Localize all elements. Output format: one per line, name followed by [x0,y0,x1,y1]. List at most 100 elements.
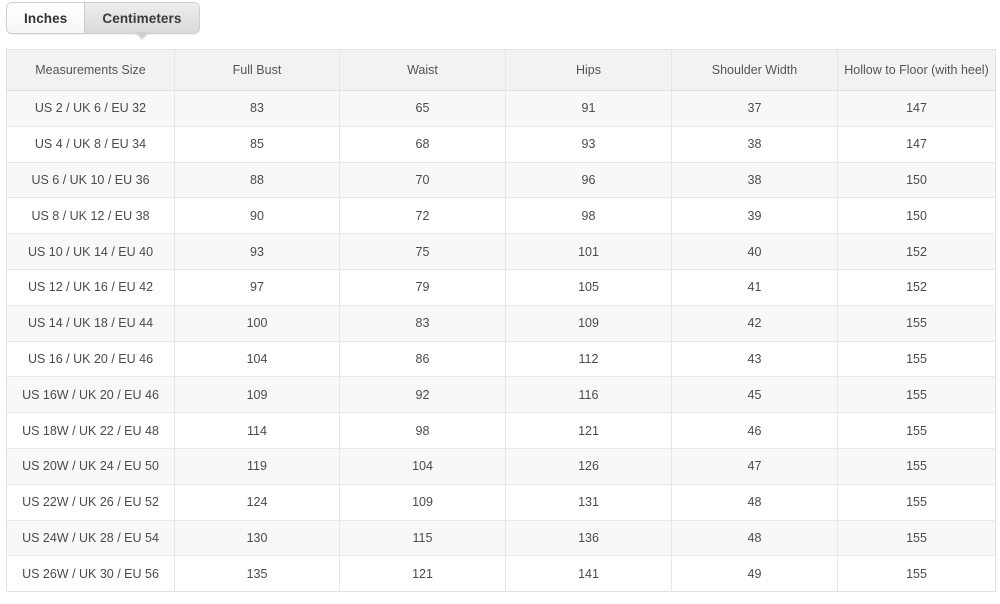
cell-hips: 105 [505,269,672,306]
tab-inches-label: Inches [24,10,68,26]
cell-bust: 85 [174,126,340,163]
table-row: US 24W / UK 28 / EU 54 130 115 136 48 15… [6,520,996,557]
table-row: US 14 / UK 18 / EU 44 100 83 109 42 155 [6,305,996,342]
cell-hollow: 155 [837,376,996,414]
table-row: US 10 / UK 14 / EU 40 93 75 101 40 152 [6,233,996,270]
cell-shoulder: 40 [671,233,838,270]
table-row: US 22W / UK 26 / EU 52 124 109 131 48 15… [6,484,996,521]
cell-size: US 16 / UK 20 / EU 46 [6,341,175,378]
column-header-hollow-to-floor: Hollow to Floor (with heel) [837,49,996,91]
active-tab-caret-icon [134,32,149,40]
cell-hips: 126 [505,448,672,485]
cell-hollow: 152 [837,269,996,306]
cell-hollow: 150 [837,162,996,199]
table-row: US 26W / UK 30 / EU 56 135 121 141 49 15… [6,555,996,592]
cell-waist: 79 [339,269,506,306]
cell-size: US 8 / UK 12 / EU 38 [6,197,175,235]
cell-hips: 93 [505,126,672,163]
cell-hips: 141 [505,555,672,592]
cell-size: US 22W / UK 26 / EU 52 [6,484,175,521]
table-row: US 6 / UK 10 / EU 36 88 70 96 38 150 [6,162,996,199]
table-row: US 2 / UK 6 / EU 32 83 65 91 37 147 [6,90,996,127]
column-header-hips: Hips [505,49,672,91]
cell-waist: 72 [339,197,506,235]
cell-bust: 135 [174,555,340,592]
cell-size: US 2 / UK 6 / EU 32 [6,90,175,127]
cell-hollow: 155 [837,520,996,557]
cell-hollow: 155 [837,412,996,449]
cell-hollow: 147 [837,126,996,163]
cell-hips: 131 [505,484,672,521]
cell-size: US 20W / UK 24 / EU 50 [6,448,175,485]
cell-size: US 6 / UK 10 / EU 36 [6,162,175,199]
cell-size: US 4 / UK 8 / EU 34 [6,126,175,163]
size-chart-table: Measurements Size Full Bust Waist Hips S… [6,49,996,593]
table-row: US 4 / UK 8 / EU 34 85 68 93 38 147 [6,126,996,163]
cell-shoulder: 42 [671,305,838,342]
cell-hips: 96 [505,162,672,199]
unit-tab-bar: Inches Centimeters [6,2,200,40]
table-body: US 2 / UK 6 / EU 32 83 65 91 37 147 US 4… [6,90,996,592]
cell-bust: 130 [174,520,340,557]
cell-hips: 98 [505,197,672,235]
table-row: US 16 / UK 20 / EU 46 104 86 112 43 155 [6,341,996,378]
cell-shoulder: 37 [671,90,838,127]
column-header-shoulder-width: Shoulder Width [671,49,838,91]
cell-size: US 16W / UK 20 / EU 46 [6,376,175,414]
cell-shoulder: 48 [671,484,838,521]
cell-waist: 104 [339,448,506,485]
table-row: US 12 / UK 16 / EU 42 97 79 105 41 152 [6,269,996,306]
cell-hollow: 155 [837,341,996,378]
cell-shoulder: 41 [671,269,838,306]
table-header-row: Measurements Size Full Bust Waist Hips S… [6,49,996,91]
cell-waist: 86 [339,341,506,378]
cell-waist: 121 [339,555,506,592]
cell-hips: 121 [505,412,672,449]
cell-shoulder: 48 [671,520,838,557]
cell-bust: 109 [174,376,340,414]
cell-bust: 83 [174,90,340,127]
table-row: US 20W / UK 24 / EU 50 119 104 126 47 15… [6,448,996,485]
cell-hips: 109 [505,305,672,342]
cell-shoulder: 47 [671,448,838,485]
cell-hips: 112 [505,341,672,378]
cell-shoulder: 49 [671,555,838,592]
cell-shoulder: 46 [671,412,838,449]
table-header: Measurements Size Full Bust Waist Hips S… [6,49,996,91]
cell-waist: 65 [339,90,506,127]
cell-shoulder: 38 [671,162,838,199]
cell-size: US 14 / UK 18 / EU 44 [6,305,175,342]
cell-size: US 18W / UK 22 / EU 48 [6,412,175,449]
cell-hollow: 155 [837,305,996,342]
column-header-full-bust: Full Bust [174,49,340,91]
cell-hollow: 155 [837,555,996,592]
cell-hips: 116 [505,376,672,414]
cell-waist: 75 [339,233,506,270]
cell-size: US 26W / UK 30 / EU 56 [6,555,175,592]
tab-centimeters[interactable]: Centimeters [84,3,199,40]
cell-waist: 83 [339,305,506,342]
cell-hips: 91 [505,90,672,127]
table-row: US 18W / UK 22 / EU 48 114 98 121 46 155 [6,412,996,449]
cell-shoulder: 43 [671,341,838,378]
column-header-measurements-size: Measurements Size [6,49,175,91]
column-header-waist: Waist [339,49,506,91]
table-row: US 16W / UK 20 / EU 46 109 92 116 45 155 [6,376,996,414]
cell-bust: 97 [174,269,340,306]
cell-hollow: 147 [837,90,996,127]
cell-shoulder: 45 [671,376,838,414]
cell-waist: 109 [339,484,506,521]
cell-hollow: 155 [837,484,996,521]
cell-hollow: 150 [837,197,996,235]
tab-inches[interactable]: Inches [7,3,85,33]
size-chart-container: Measurements Size Full Bust Waist Hips S… [6,49,996,593]
cell-hollow: 152 [837,233,996,270]
cell-bust: 119 [174,448,340,485]
cell-bust: 104 [174,341,340,378]
cell-shoulder: 38 [671,126,838,163]
cell-bust: 100 [174,305,340,342]
cell-bust: 93 [174,233,340,270]
table-row: US 8 / UK 12 / EU 38 90 72 98 39 150 [6,197,996,235]
cell-waist: 70 [339,162,506,199]
cell-waist: 98 [339,412,506,449]
